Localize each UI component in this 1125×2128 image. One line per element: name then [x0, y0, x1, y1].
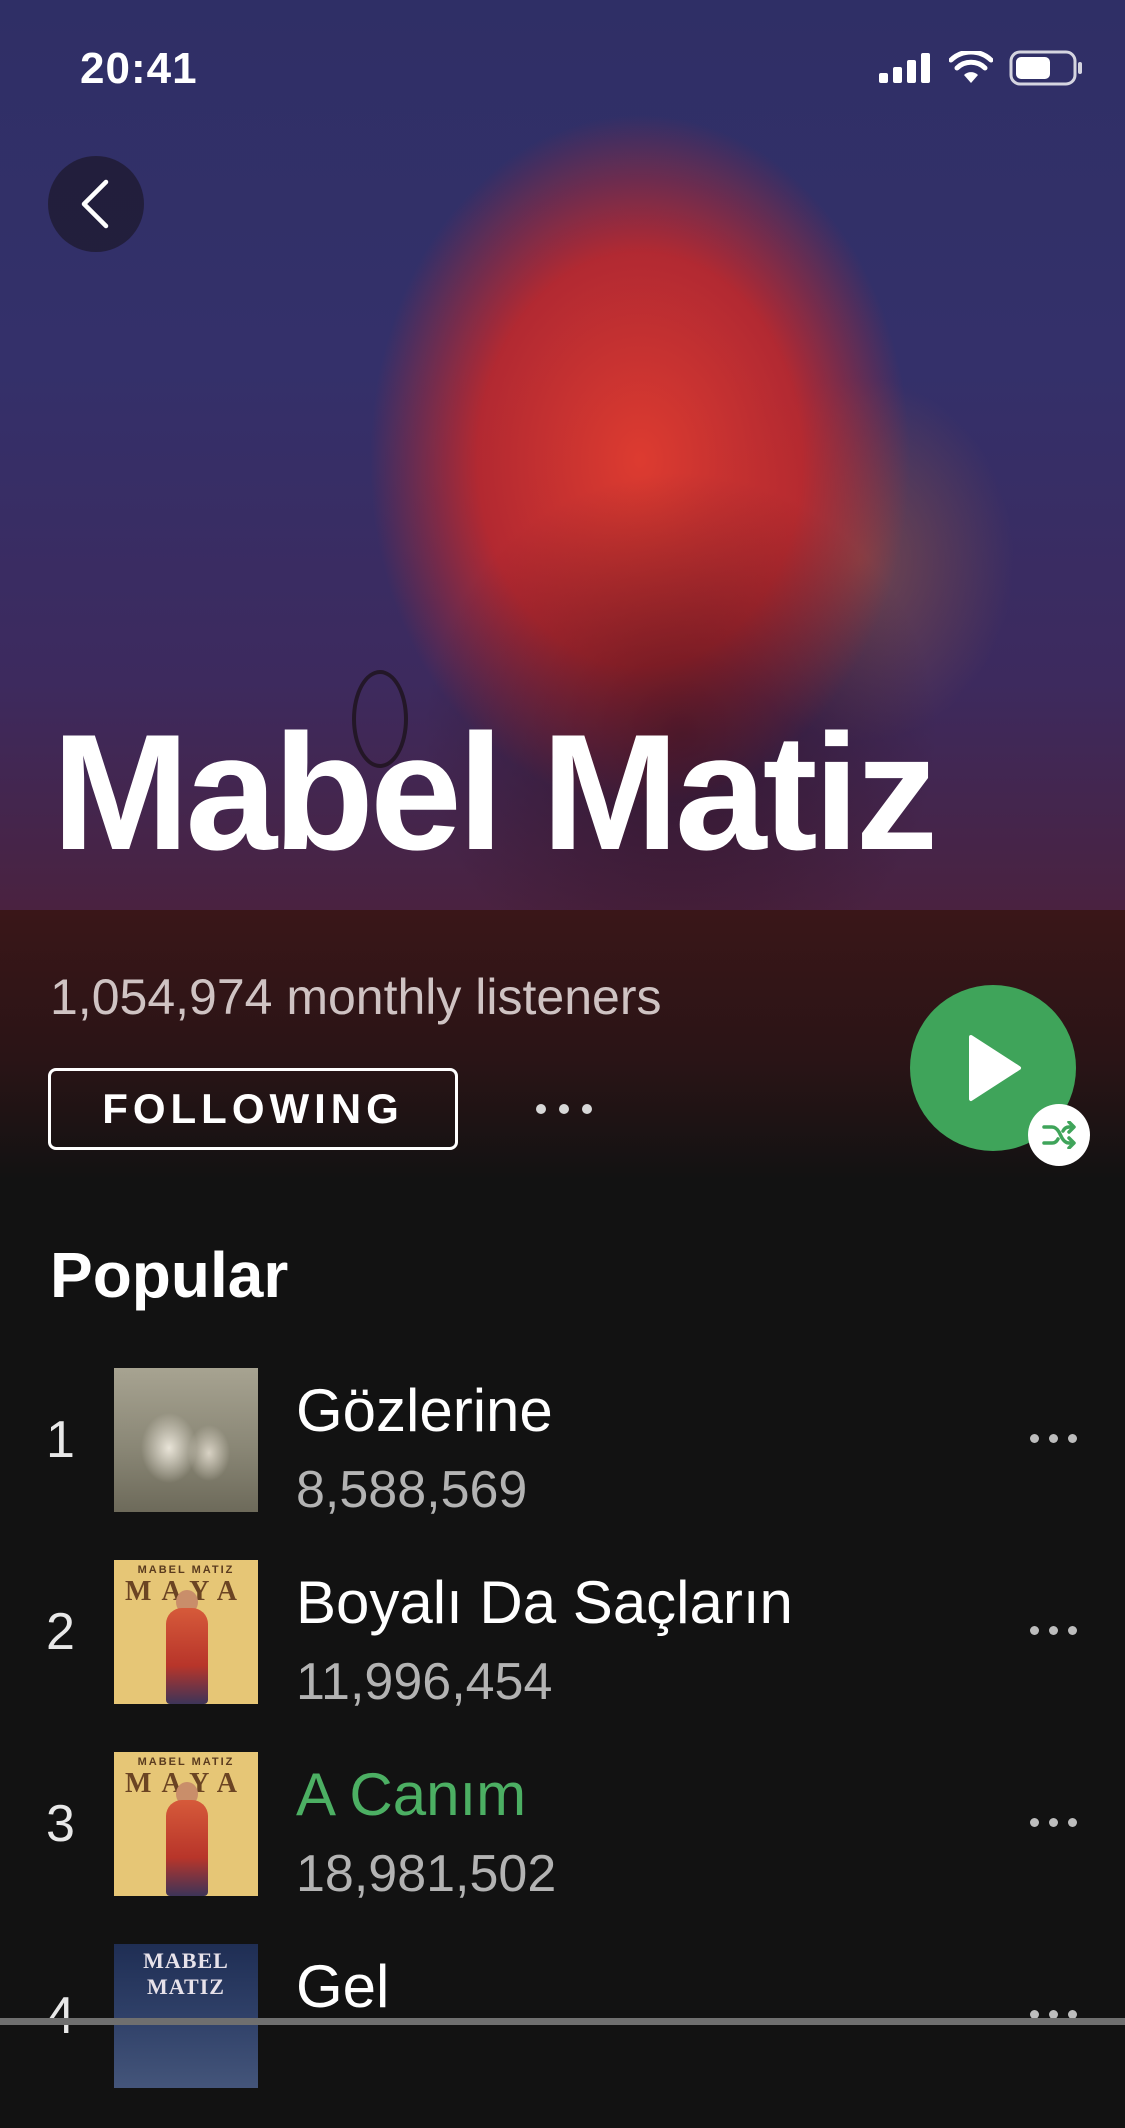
back-button[interactable]	[48, 156, 144, 252]
following-button[interactable]: FOLLOWING	[48, 1068, 458, 1150]
more-horizontal-icon	[1030, 1625, 1039, 1635]
track-more-button[interactable]	[1030, 1994, 1077, 2034]
wifi-icon	[949, 51, 993, 83]
track-number: 4	[46, 1987, 75, 2045]
play-icon	[969, 1035, 1021, 1101]
track-cover-art: MABEL MATIZ MAYA	[114, 1560, 258, 1704]
cover-artist-text: MABEL MATIZ	[137, 1756, 235, 1768]
cover-figure	[166, 1608, 208, 1704]
more-dot	[1068, 1433, 1077, 1443]
artist-more-button[interactable]	[536, 1084, 592, 1134]
track-number: 2	[46, 1603, 75, 1661]
track-row[interactable]: 3 MABEL MATIZ MAYA A Canım 18,981,502	[0, 1744, 1125, 1936]
status-bar: 20:41	[0, 0, 1125, 120]
track-title: Gel	[296, 1953, 390, 2020]
track-row[interactable]: 4 MABEL MATIZ Gel	[0, 1936, 1125, 2128]
track-play-count: 8,588,569	[296, 1461, 528, 1519]
track-play-count: 18,981,502	[296, 1845, 557, 1903]
battery-icon	[1009, 50, 1082, 86]
cover-artist-text: MABEL MATIZ	[143, 1948, 229, 1999]
more-horizontal-icon	[536, 1104, 546, 1114]
track-cover-art: MABEL MATIZ MAYA	[114, 1752, 258, 1896]
track-more-button[interactable]	[1030, 1418, 1077, 1458]
monthly-listeners: 1,054,974 monthly listeners	[50, 969, 662, 1025]
track-title: A Canım	[296, 1761, 527, 1828]
status-time: 20:41	[80, 44, 198, 93]
artist-name: Mabel Matiz	[52, 700, 938, 884]
track-title: Boyalı Da Saçların	[296, 1569, 793, 1636]
shuffle-icon	[1042, 1121, 1076, 1149]
more-dot	[1068, 1817, 1077, 1827]
more-dot	[1049, 1625, 1058, 1635]
more-dot	[582, 1104, 592, 1114]
track-row[interactable]: 1 Gözlerine 8,588,569	[0, 1360, 1125, 1552]
more-horizontal-icon	[1030, 1817, 1039, 1827]
track-cover-art: MABEL MATIZ	[114, 1944, 258, 2088]
more-horizontal-icon	[1030, 1433, 1039, 1443]
track-more-button[interactable]	[1030, 1802, 1077, 1842]
more-dot	[1068, 1625, 1077, 1635]
cover-artist-text: MABEL MATIZ	[137, 1564, 235, 1576]
status-icons	[879, 50, 1083, 86]
bottom-divider	[0, 2018, 1125, 2025]
popular-section-title: Popular	[50, 1239, 289, 1311]
signal-icon	[879, 53, 930, 83]
track-row[interactable]: 2 MABEL MATIZ MAYA Boyalı Da Saçların 11…	[0, 1552, 1125, 1744]
more-dot	[559, 1104, 569, 1114]
track-title: Gözlerine	[296, 1377, 553, 1444]
track-play-count: 11,996,454	[296, 1653, 553, 1711]
chevron-left-icon	[81, 179, 109, 229]
track-number: 1	[46, 1411, 75, 1469]
more-dot	[1049, 1817, 1058, 1827]
popular-track-list: 1 Gözlerine 8,588,569 2 MABEL MATIZ MAYA…	[0, 1360, 1125, 2128]
more-dot	[1049, 1433, 1058, 1443]
track-cover-art	[114, 1368, 258, 1512]
track-more-button[interactable]	[1030, 1610, 1077, 1650]
shuffle-badge[interactable]	[1028, 1104, 1090, 1166]
cover-figure	[166, 1800, 208, 1896]
track-number: 3	[46, 1795, 75, 1853]
